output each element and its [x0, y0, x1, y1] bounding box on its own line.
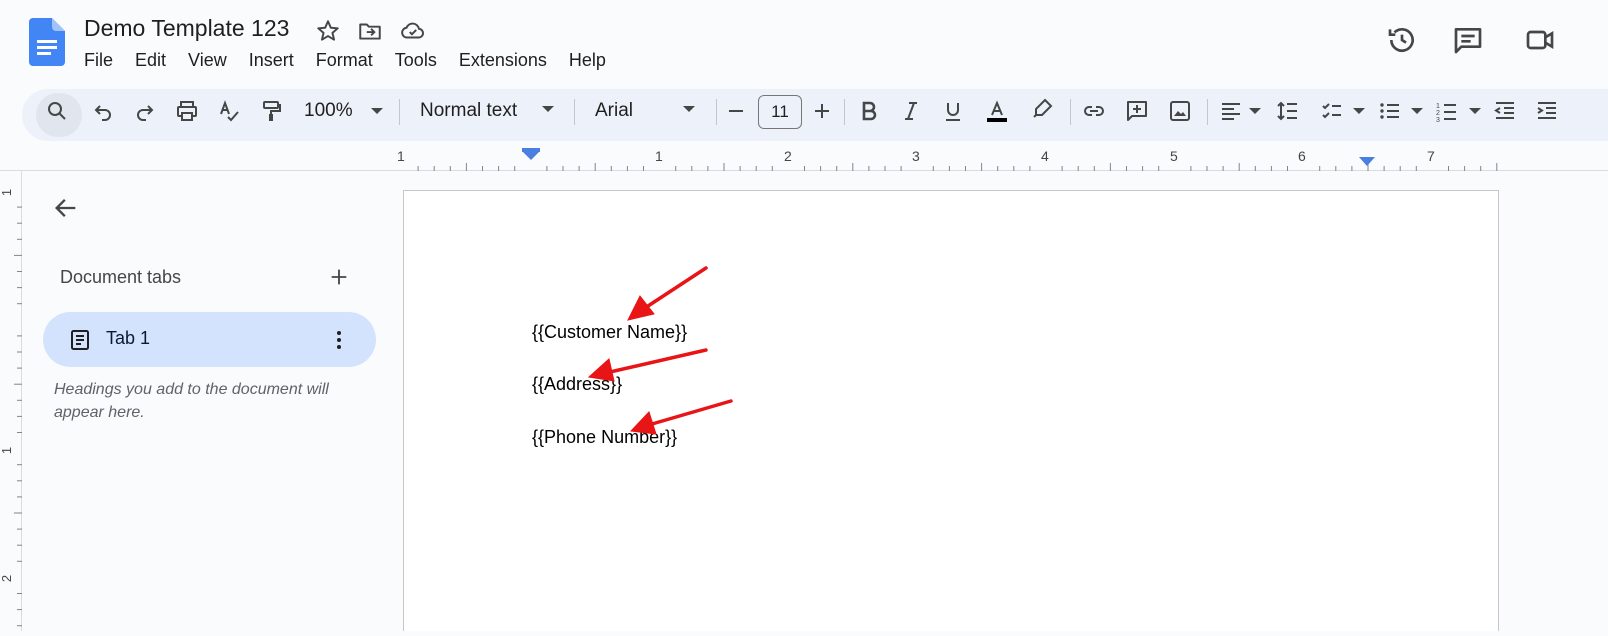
tab-label[interactable]: Tab 1	[106, 328, 150, 349]
horizontal-ruler[interactable]: 1 1 2 3 4 5 6 7	[0, 145, 1608, 171]
toolbar-divider	[1207, 99, 1208, 125]
bulleted-list-caret-icon[interactable]	[1411, 108, 1423, 114]
tab-document-icon	[71, 330, 89, 350]
decrease-font-size-icon[interactable]	[720, 95, 752, 127]
increase-font-size-icon[interactable]	[806, 95, 838, 127]
top-bar: Demo Template 123 File Edit View Insert …	[0, 0, 1608, 86]
zoom-select[interactable]: 100%	[304, 100, 353, 122]
vertical-ruler-ticks	[14, 206, 22, 627]
ruler-label: 1	[397, 148, 405, 164]
version-history-icon[interactable]	[1386, 24, 1418, 56]
numbered-list-icon[interactable]: 123	[1431, 95, 1463, 127]
print-icon[interactable]	[171, 95, 203, 127]
move-folder-icon[interactable]	[357, 18, 383, 44]
ruler-label: 4	[1041, 148, 1049, 164]
menu-edit[interactable]: Edit	[135, 50, 166, 71]
font-size-input[interactable]: 11	[758, 95, 802, 129]
zoom-caret-icon[interactable]	[371, 108, 383, 114]
toolbar-divider	[716, 99, 717, 125]
menu-view[interactable]: View	[188, 50, 227, 71]
checklist-icon[interactable]	[1316, 95, 1348, 127]
redo-icon[interactable]	[129, 95, 161, 127]
tab-options-icon[interactable]	[329, 328, 349, 352]
style-select[interactable]: Normal text	[420, 100, 517, 122]
document-page[interactable]	[403, 190, 1499, 631]
outline-hint: Headings you add to the document will ap…	[54, 381, 329, 421]
ruler-label: 1	[0, 188, 15, 197]
cloud-saved-icon[interactable]	[400, 18, 426, 44]
menu-bar: File Edit View Insert Format Tools Exten…	[84, 50, 628, 71]
menu-file[interactable]: File	[84, 50, 113, 71]
sidebar-tab-item[interactable]	[43, 312, 376, 367]
svg-text:1: 1	[1436, 103, 1440, 110]
placeholder-address[interactable]: {{Address}}	[532, 374, 622, 395]
comments-icon[interactable]	[1452, 24, 1484, 56]
underline-icon[interactable]	[937, 95, 969, 127]
align-left-icon[interactable]	[1215, 95, 1247, 127]
bulleted-list-icon[interactable]	[1374, 95, 1406, 127]
increase-indent-icon[interactable]	[1531, 95, 1563, 127]
decrease-indent-icon[interactable]	[1489, 95, 1521, 127]
toolbar-divider	[399, 99, 400, 125]
font-select[interactable]: Arial	[595, 100, 633, 122]
numbered-list-caret-icon[interactable]	[1469, 108, 1481, 114]
document-title[interactable]: Demo Template 123	[84, 15, 289, 42]
ruler-label: 2	[784, 148, 792, 164]
vertical-ruler[interactable]: 1 1 2	[0, 171, 22, 631]
ruler-ticks	[417, 148, 1498, 171]
toolbar-divider	[574, 99, 575, 125]
placeholder-phone-number[interactable]: {{Phone Number}}	[532, 427, 677, 448]
line-spacing-icon[interactable]	[1272, 95, 1304, 127]
ruler-label: 1	[655, 148, 663, 164]
menu-extensions[interactable]: Extensions	[459, 50, 547, 71]
add-comment-icon[interactable]	[1121, 95, 1153, 127]
checklist-caret-icon[interactable]	[1353, 108, 1365, 114]
bold-icon[interactable]	[853, 95, 885, 127]
menu-format[interactable]: Format	[316, 50, 373, 71]
ruler-label: 1	[0, 446, 15, 455]
first-line-indent-marker-icon	[522, 148, 540, 152]
text-color-icon[interactable]	[981, 95, 1013, 127]
insert-image-icon[interactable]	[1164, 95, 1196, 127]
ruler-label: 2	[0, 574, 15, 583]
menu-tools[interactable]: Tools	[395, 50, 437, 71]
star-icon[interactable]	[315, 18, 341, 44]
insert-link-icon[interactable]	[1078, 95, 1110, 127]
italic-icon[interactable]	[895, 95, 927, 127]
right-indent-marker-icon	[1359, 157, 1375, 166]
toolbar-divider	[1070, 99, 1071, 125]
back-arrow-icon[interactable]	[52, 194, 80, 222]
ruler-label: 3	[912, 148, 920, 164]
docs-logo-icon[interactable]	[29, 18, 65, 66]
undo-icon[interactable]	[87, 95, 119, 127]
toolbar-divider	[844, 99, 845, 125]
search-icon[interactable]	[41, 95, 73, 127]
ruler-label: 7	[1427, 148, 1435, 164]
ruler-label: 5	[1170, 148, 1178, 164]
svg-text:2: 2	[1436, 110, 1440, 117]
spellcheck-icon[interactable]	[213, 95, 245, 127]
style-caret-icon[interactable]	[542, 106, 554, 112]
highlight-color-icon[interactable]	[1026, 93, 1058, 125]
svg-text:3: 3	[1436, 117, 1440, 123]
align-caret-icon[interactable]	[1249, 108, 1261, 114]
placeholder-customer-name[interactable]: {{Customer Name}}	[532, 322, 687, 343]
document-tabs-heading: Document tabs	[60, 267, 182, 287]
add-tab-icon[interactable]	[328, 266, 350, 288]
font-caret-icon[interactable]	[683, 106, 695, 112]
left-indent-marker-icon	[522, 151, 540, 160]
menu-insert[interactable]: Insert	[249, 50, 294, 71]
menu-help[interactable]: Help	[569, 50, 606, 71]
meet-icon[interactable]	[1524, 24, 1556, 56]
ruler-label: 6	[1298, 148, 1306, 164]
paint-format-icon[interactable]	[255, 95, 287, 127]
